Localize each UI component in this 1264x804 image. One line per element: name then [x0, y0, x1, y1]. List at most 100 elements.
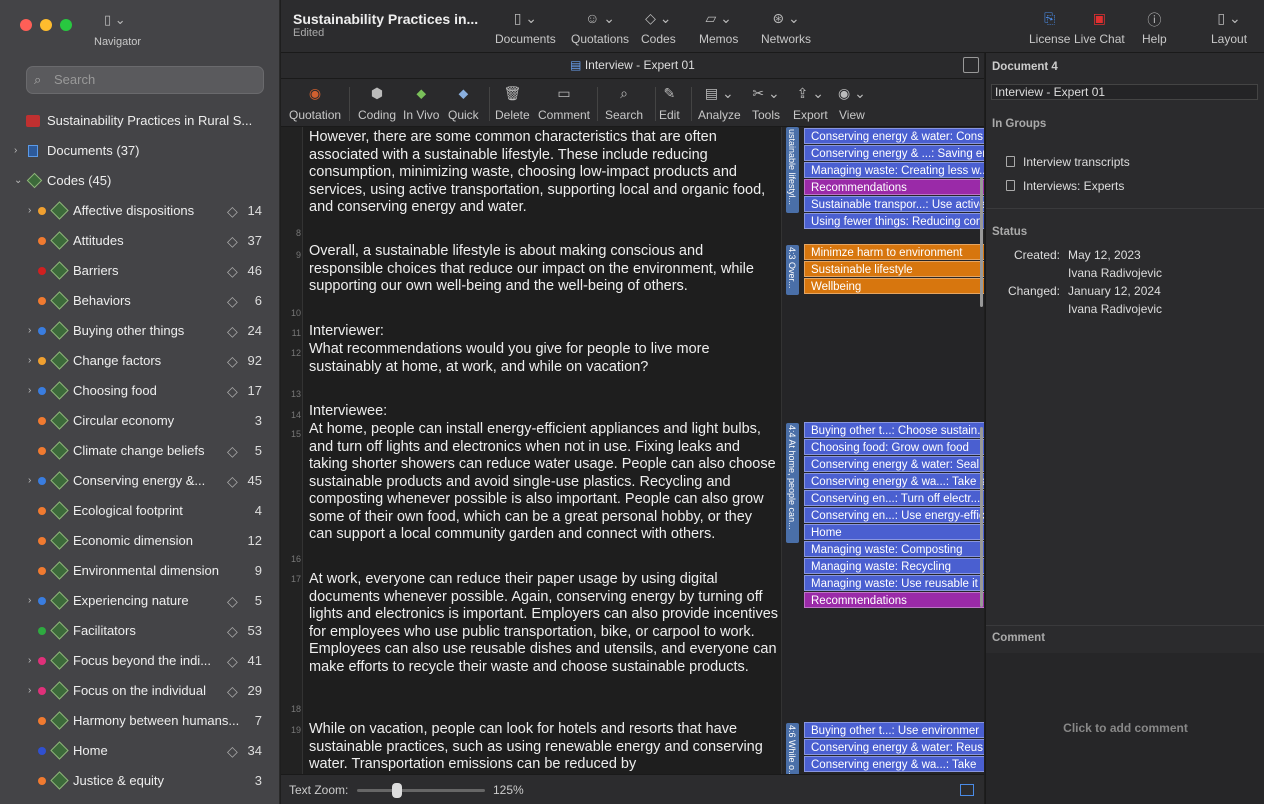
group-item[interactable]: Interview transcripts [1006, 155, 1130, 169]
code-tag[interactable]: Recommendations [804, 179, 984, 195]
code-item[interactable]: › Buying other things ◇ 24 [0, 316, 280, 346]
toolbar-coding-button[interactable]: ⬢ Coding [358, 85, 396, 122]
document-name-field[interactable]: Interview - Expert 01 [991, 84, 1258, 100]
code-tag[interactable]: Buying other t...: Use environmer [804, 722, 984, 738]
code-item[interactable]: Behaviors ◇ 6 [0, 286, 280, 316]
code-tag[interactable]: Managing waste: Composting [804, 541, 984, 557]
chevron-right-icon[interactable]: › [28, 346, 31, 376]
code-tag[interactable]: Conserving energy & water: Seal [804, 456, 984, 472]
code-item[interactable]: Attitudes ◇ 37 [0, 226, 280, 256]
project-root[interactable]: Sustainability Practices in Rural S... [0, 106, 280, 136]
chevron-right-icon[interactable]: › [14, 136, 17, 166]
toolbar-edit-button[interactable]: ✎ Edit [659, 85, 680, 122]
header-codes-button[interactable]: ◇ ⌄ Codes [641, 10, 676, 46]
code-item[interactable]: Environmental dimension 9 [0, 556, 280, 586]
chevron-right-icon[interactable]: › [28, 316, 31, 346]
code-item[interactable]: Home ◇ 34 [0, 736, 280, 766]
code-tag[interactable]: Conserving energy & wa...: Take [804, 756, 984, 772]
tree-codes[interactable]: ⌄ Codes (45) [0, 166, 280, 196]
chevron-down-icon[interactable]: ⌄ [14, 166, 22, 196]
toolbar-quick-button[interactable]: ⬥ Quick [448, 85, 479, 122]
quotation-bracket[interactable]: 4:3 Over... [786, 245, 799, 295]
code-item[interactable]: › Choosing food ◇ 17 [0, 376, 280, 406]
code-item[interactable]: › Change factors ◇ 92 [0, 346, 280, 376]
document-tab[interactable]: ▤ Interview - Expert 01 [281, 53, 984, 79]
code-tag[interactable]: Conserving energy & water: Cons [804, 128, 984, 144]
document-paragraph[interactable]: At home, people can install energy-effic… [309, 421, 779, 544]
split-view-icon[interactable] [963, 57, 979, 73]
chevron-right-icon[interactable]: › [28, 196, 31, 226]
code-item[interactable]: Climate change beliefs ◇ 5 [0, 436, 280, 466]
quotation-bracket[interactable]: 4:4 At home, people can... [786, 423, 799, 543]
header-memos-button[interactable]: ▱ ⌄ Memos [699, 10, 738, 46]
code-tag[interactable]: Choosing food: Grow own food [804, 439, 984, 455]
slider-knob[interactable] [392, 783, 403, 798]
toolbar-quotation-button[interactable]: ◉ Quotation [289, 85, 341, 122]
zoom-icon[interactable] [60, 19, 72, 31]
document-paragraph[interactable]: However, there are some common character… [309, 129, 779, 217]
toolbar-search-button[interactable]: ⌕ Search [605, 85, 643, 122]
margin-scrollbar[interactable] [980, 177, 983, 307]
code-tag[interactable]: Sustainable transpor...: Use active [804, 196, 984, 212]
toolbar-comment-button[interactable]: ▭ Comment [538, 85, 590, 122]
code-item[interactable]: › Conserving energy &... ◇ 45 [0, 466, 280, 496]
code-tag[interactable]: Conserving energy & ...: Saving en [804, 145, 984, 161]
code-tag[interactable]: Wellbeing [804, 278, 984, 294]
code-tag[interactable]: Conserving en...: Turn off electr... [804, 490, 984, 506]
chevron-right-icon[interactable]: › [28, 676, 31, 706]
header-license-button[interactable]: ⎘ License [1029, 10, 1070, 46]
code-item[interactable]: Ecological footprint 4 [0, 496, 280, 526]
chevron-right-icon[interactable]: › [28, 466, 31, 496]
code-tag[interactable]: Recommendations [804, 592, 984, 608]
code-item[interactable]: › Affective dispositions ◇ 14 [0, 196, 280, 226]
code-tag[interactable]: Minimze harm to environment [804, 244, 984, 260]
code-tag[interactable]: Buying other t...: Choose sustain... [804, 422, 984, 438]
panel-toggle-icon[interactable] [960, 784, 974, 796]
close-icon[interactable] [20, 19, 32, 31]
document-paragraph[interactable]: At work, everyone can reduce their paper… [309, 571, 779, 676]
chevron-right-icon[interactable]: › [28, 646, 31, 676]
toolbar-delete-button[interactable]: 🗑 Delete [495, 85, 530, 122]
document-paragraph[interactable]: Interviewee: [309, 403, 779, 421]
code-tag[interactable]: Managing waste: Recycling [804, 558, 984, 574]
code-item[interactable]: Economic dimension 12 [0, 526, 280, 556]
toolbar-in-vivo-button[interactable]: ⬥ In Vivo [403, 85, 439, 122]
code-tag[interactable]: Conserving energy & water: Reus [804, 739, 984, 755]
tree-documents[interactable]: › Documents (37) [0, 136, 280, 166]
code-tag[interactable]: Managing waste: Creating less w... [804, 162, 984, 178]
document-paragraph[interactable]: Overall, a sustainable lifestyle is abou… [309, 243, 779, 296]
code-item[interactable]: Harmony between humans... 7 [0, 706, 280, 736]
sidebar-toggle-icon[interactable]: ▯ ⌄ [104, 12, 126, 28]
code-item[interactable]: Circular economy 3 [0, 406, 280, 436]
toolbar-export-button[interactable]: ⇪ ⌄ Export [793, 85, 828, 122]
chevron-right-icon[interactable]: › [28, 586, 31, 616]
toolbar-tools-button[interactable]: ✂ ⌄ Tools [752, 85, 780, 122]
code-item[interactable]: › Focus beyond the indi... ◇ 41 [0, 646, 280, 676]
chevron-right-icon[interactable]: › [28, 376, 31, 406]
header-networks-button[interactable]: ⊛ ⌄ Networks [761, 10, 811, 46]
minimize-icon[interactable] [40, 19, 52, 31]
add-comment-prompt[interactable]: Click to add comment [986, 721, 1264, 735]
code-tag[interactable]: Home [804, 524, 984, 540]
code-tag[interactable]: Sustainable lifestyle [804, 261, 984, 277]
toolbar-view-button[interactable]: ◉ ⌄ View [838, 85, 866, 122]
document-paragraph[interactable]: What recommendations would you give for … [309, 341, 779, 376]
header-live-chat-button[interactable]: ▣ Live Chat [1074, 10, 1125, 46]
code-tag[interactable]: Managing waste: Use reusable it [804, 575, 984, 591]
code-item[interactable]: Barriers ◇ 46 [0, 256, 280, 286]
margin-scrollbar[interactable] [980, 427, 983, 607]
header-layout-button[interactable]: ▯ ⌄ Layout [1211, 10, 1247, 46]
search-input[interactable]: ⌕ Search [26, 66, 264, 94]
code-item[interactable]: Facilitators ◇ 53 [0, 616, 280, 646]
header-documents-button[interactable]: ▯ ⌄ Documents [495, 10, 556, 46]
quotation-bracket[interactable]: 4:6 While o... [786, 723, 799, 774]
toolbar-analyze-button[interactable]: ▤ ⌄ Analyze [698, 85, 741, 122]
code-tag[interactable]: Using fewer things: Reducing con [804, 213, 984, 229]
header-help-button[interactable]: ⓘ Help [1142, 10, 1167, 46]
code-tag[interactable]: Conserving en...: Use energy-effic [804, 507, 984, 523]
code-tag[interactable]: Conserving energy & wa...: Take s [804, 473, 984, 489]
text-zoom-slider[interactable] [357, 783, 485, 798]
quotation-bracket[interactable]: ustainable lifestyl... [786, 127, 799, 213]
group-item[interactable]: Interviews: Experts [1006, 179, 1124, 193]
document-paragraph[interactable]: While on vacation, people can look for h… [309, 721, 779, 774]
